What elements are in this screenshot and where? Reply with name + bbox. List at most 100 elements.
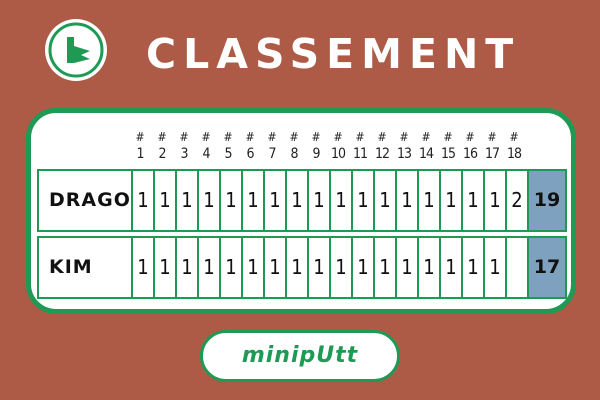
hole-number: 11 (352, 146, 368, 162)
hole-number: 9 (312, 146, 320, 162)
score-cell: 1 (219, 171, 241, 230)
hole-header: #9 (305, 130, 327, 163)
score-cell: 1 (197, 171, 219, 230)
hole-number: 17 (484, 146, 500, 162)
hole-header: #11 (349, 130, 371, 163)
score-cell: 1 (131, 171, 153, 230)
player-row: KIM 11111111111111111 17 (37, 236, 567, 299)
score-cell: 1 (483, 171, 505, 230)
score-cell: 1 (329, 171, 351, 230)
hole-header: #13 (393, 130, 415, 163)
hole-hash: # (179, 130, 189, 144)
hole-hash: # (509, 130, 519, 144)
score-cell: 2 (505, 171, 527, 230)
hole-number: 12 (374, 146, 390, 162)
hole-number: 10 (330, 146, 346, 162)
score-cell: 1 (153, 238, 175, 297)
score-cell: 1 (461, 171, 483, 230)
total-score: 17 (527, 238, 565, 297)
score-cell: 1 (439, 171, 461, 230)
score-cell: 1 (263, 171, 285, 230)
hole-header: #7 (261, 130, 283, 163)
score-cell: 1 (241, 171, 263, 230)
hole-header: #15 (437, 130, 459, 163)
brand-name: minipUtt (241, 343, 359, 368)
score-cell (505, 238, 527, 297)
score-cell: 1 (373, 238, 395, 297)
score-cell: 1 (417, 238, 439, 297)
score-grid: DRAGO 111111111111111112 19 KIM 11111111… (37, 169, 567, 303)
score-cell: 1 (307, 171, 329, 230)
score-cell: 1 (153, 171, 175, 230)
hole-header: #17 (481, 130, 503, 163)
player-name: DRAGO (49, 189, 131, 211)
hole-number: 15 (440, 146, 456, 162)
hole-hash: # (487, 130, 497, 144)
hole-hash: # (399, 130, 409, 144)
hole-header: #2 (151, 130, 173, 163)
score-cell: 1 (373, 171, 395, 230)
hole-number: 14 (418, 146, 434, 162)
hole-header: #10 (327, 130, 349, 163)
app-logo (45, 19, 107, 81)
score-cell: 1 (307, 238, 329, 297)
hole-hash: # (421, 130, 431, 144)
hole-number: 8 (290, 146, 298, 162)
score-cell: 1 (329, 238, 351, 297)
hole-header: #18 (503, 130, 525, 163)
score-cell: 1 (461, 238, 483, 297)
hole-number: 18 (506, 146, 522, 162)
player-name: KIM (49, 256, 93, 278)
hole-number: 4 (202, 146, 210, 162)
hole-number: 16 (462, 146, 478, 162)
hole-number: 6 (246, 146, 254, 162)
score-cell: 1 (351, 238, 373, 297)
hole-hash: # (465, 130, 475, 144)
hole-number: 3 (180, 146, 188, 162)
hole-header: #16 (459, 130, 481, 163)
hole-number: 1 (136, 146, 144, 162)
hole-header: #14 (415, 130, 437, 163)
hole-hash: # (443, 130, 453, 144)
brand-logo: minipUtt (200, 330, 400, 382)
score-cell: 1 (219, 238, 241, 297)
score-cell: 1 (197, 238, 219, 297)
hole-number: 13 (396, 146, 412, 162)
score-cell: 1 (483, 238, 505, 297)
hole-header: #8 (283, 130, 305, 163)
score-cell: 1 (285, 238, 307, 297)
hole-header: #3 (173, 130, 195, 163)
hole-hash: # (201, 130, 211, 144)
hole-hash: # (333, 130, 343, 144)
score-cell: 1 (285, 171, 307, 230)
hole-hash: # (289, 130, 299, 144)
hole-hash: # (135, 130, 145, 144)
hole-hash: # (245, 130, 255, 144)
score-cell: 1 (241, 238, 263, 297)
hole-number: 7 (268, 146, 276, 162)
scoreboard: #1 #2 #3 #4 #5 #6 #7 #8 #9 #10 #11 #12 #13 #14 #15 #16 #… (26, 108, 576, 314)
hole-hash: # (267, 130, 277, 144)
score-cell: 1 (417, 171, 439, 230)
hole-number: 5 (224, 146, 232, 162)
score-cell: 1 (351, 171, 373, 230)
score-cell: 1 (395, 171, 417, 230)
hole-header: #6 (239, 130, 261, 163)
hole-header: #1 (129, 130, 151, 163)
hole-header: #4 (195, 130, 217, 163)
score-cell: 1 (395, 238, 417, 297)
hole-hash: # (223, 130, 233, 144)
minigolf-club-logo-icon (48, 22, 104, 78)
hole-number: 2 (158, 146, 166, 162)
hole-hash: # (311, 130, 321, 144)
hole-hash: # (377, 130, 387, 144)
score-cell: 1 (439, 238, 461, 297)
hole-header: #12 (371, 130, 393, 163)
score-cell: 1 (175, 171, 197, 230)
player-row: DRAGO 111111111111111112 19 (37, 169, 567, 232)
page-title: CLASSEMENT (146, 30, 521, 78)
hole-header: #5 (217, 130, 239, 163)
score-cell: 1 (175, 238, 197, 297)
score-cell: 1 (131, 238, 153, 297)
total-score: 19 (527, 171, 565, 230)
